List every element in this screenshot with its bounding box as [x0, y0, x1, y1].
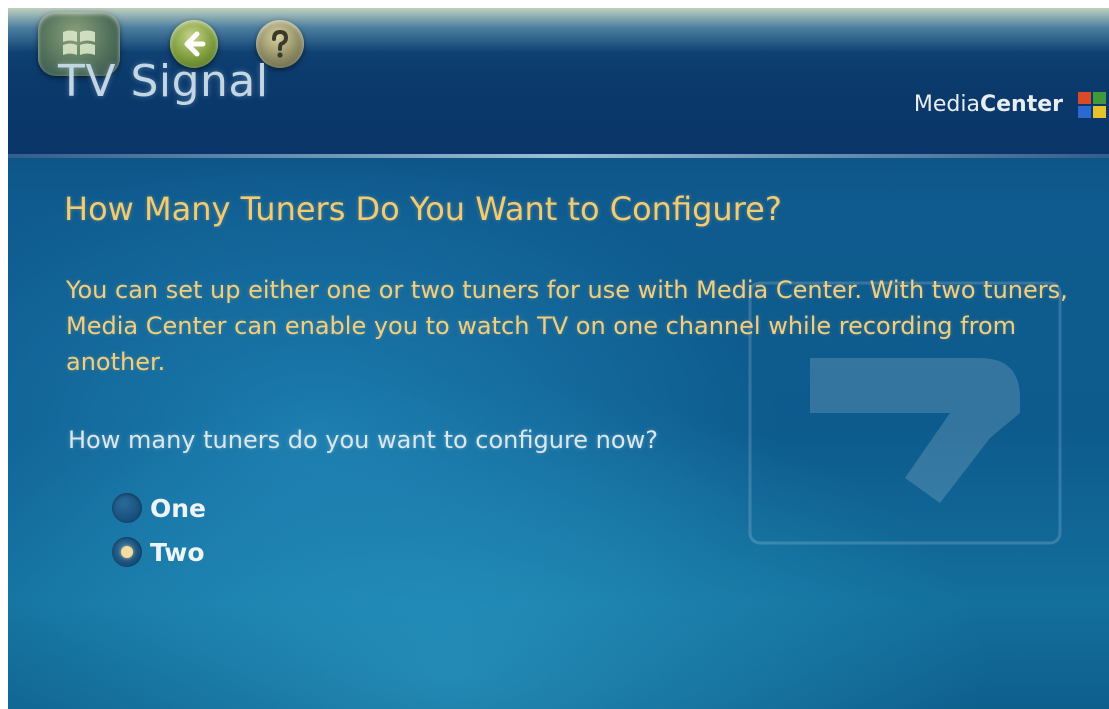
description-text: You can set up either one or two tuners …: [66, 276, 1068, 376]
windows-logo-icon: [1078, 92, 1106, 118]
top-bar: TV Signal MediaCenter: [8, 8, 1109, 158]
brand-prefix: Media: [913, 92, 980, 117]
option-label: Two: [150, 537, 205, 567]
header-divider: [8, 154, 1109, 158]
page-heading: How Many Tuners Do You Want to Configure…: [64, 190, 782, 228]
brand-label: MediaCenter: [914, 92, 1063, 117]
media-center-screen: TV Signal MediaCenter How Many Tuners Do…: [8, 8, 1109, 709]
tuner-question: How many tuners do you want to configure…: [68, 426, 658, 454]
option-label: One: [150, 493, 207, 523]
brand-suffix: Center: [979, 92, 1063, 117]
option-one-radio[interactable]: One: [112, 490, 206, 526]
radio-button[interactable]: [112, 493, 142, 523]
page-title: TV Signal: [58, 56, 269, 107]
option-two-radio[interactable]: Two: [112, 534, 205, 570]
radio-button-selected[interactable]: [112, 537, 142, 567]
